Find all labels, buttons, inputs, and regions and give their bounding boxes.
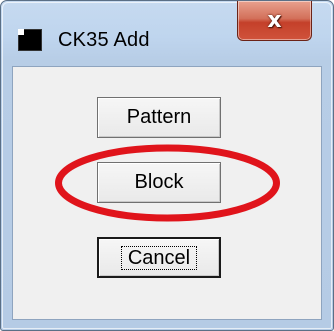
dialog-window: CK35 Add x Pattern Block Cancel xyxy=(0,0,334,331)
pattern-button-label: Pattern xyxy=(126,106,192,128)
app-icon[interactable] xyxy=(18,29,42,51)
close-button[interactable]: x xyxy=(237,1,312,41)
block-button[interactable]: Block xyxy=(97,162,221,203)
window-title: CK35 Add xyxy=(58,29,150,51)
block-button-label: Block xyxy=(134,171,184,193)
cancel-button[interactable]: Cancel xyxy=(97,237,221,278)
pattern-button[interactable]: Pattern xyxy=(97,97,221,138)
dialog-client-area: Pattern Block Cancel xyxy=(12,66,322,320)
title-bar[interactable]: CK35 Add x xyxy=(1,1,333,61)
cancel-button-label: Cancel xyxy=(120,245,198,270)
close-icon: x xyxy=(267,7,282,33)
